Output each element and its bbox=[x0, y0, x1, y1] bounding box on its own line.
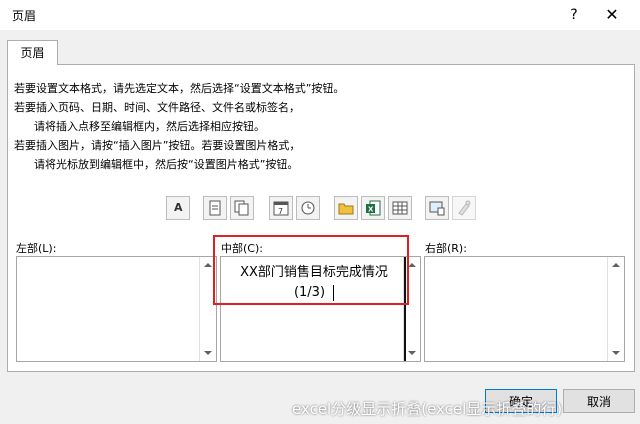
picture-icon bbox=[429, 201, 445, 216]
insert-page-count-button[interactable] bbox=[230, 196, 254, 220]
dialog-title: 页眉 bbox=[12, 9, 37, 23]
calendar-icon: 7 bbox=[273, 201, 289, 216]
right-scrollbar[interactable] bbox=[607, 257, 624, 361]
right-section-label: 右部(R): bbox=[425, 242, 467, 255]
title-bar: 页眉 ? ✕ bbox=[0, 0, 640, 30]
folder-icon bbox=[338, 203, 354, 215]
scroll-up-icon[interactable] bbox=[408, 263, 416, 267]
format-picture-button[interactable] bbox=[452, 196, 476, 220]
tab-header[interactable]: 页眉 bbox=[7, 40, 58, 65]
insert-sheet-name-button[interactable] bbox=[388, 196, 412, 220]
right-section-editor[interactable] bbox=[424, 256, 625, 362]
scroll-down-icon[interactable] bbox=[612, 351, 620, 355]
excel-file-icon: X bbox=[366, 200, 381, 216]
cancel-button[interactable]: 取消 bbox=[563, 389, 635, 413]
instruction-line-4: 若要插入图片，请按“插入图片”按钮。若要设置图片格式， bbox=[14, 139, 301, 152]
sheet-icon bbox=[392, 201, 408, 215]
insert-picture-button[interactable] bbox=[425, 196, 449, 220]
format-text-button[interactable]: A bbox=[166, 196, 190, 220]
format-text-icon: A bbox=[174, 201, 183, 214]
scroll-down-icon[interactable] bbox=[204, 351, 212, 355]
left-section-label: 左部(L): bbox=[16, 242, 57, 255]
clock-icon bbox=[301, 201, 315, 215]
svg-text:X: X bbox=[368, 206, 374, 214]
close-button[interactable]: ✕ bbox=[600, 4, 624, 26]
insert-file-path-button[interactable] bbox=[334, 196, 358, 220]
instruction-line-2: 若要插入页码、日期、时间、文件路径、文件名或标签名， bbox=[14, 101, 300, 114]
page-number-icon bbox=[209, 200, 221, 216]
help-button[interactable]: ? bbox=[562, 4, 586, 26]
scroll-down-icon[interactable] bbox=[408, 351, 416, 355]
left-section-editor[interactable] bbox=[16, 256, 217, 362]
scroll-up-icon[interactable] bbox=[612, 263, 620, 267]
highlight-box bbox=[213, 235, 409, 305]
insert-time-button[interactable] bbox=[296, 196, 320, 220]
instruction-line-1: 若要设置文本格式，请先选定文本，然后选择“设置文本格式”按钮。 bbox=[14, 82, 345, 95]
watermark-text: excel分级显示折叠(excel显示折叠的行) bbox=[292, 400, 563, 418]
format-picture-icon bbox=[458, 200, 471, 216]
instruction-line-5: 请将光标放到编辑框中，然后按“设置图片格式”按钮。 bbox=[34, 158, 299, 171]
svg-text:7: 7 bbox=[278, 207, 283, 216]
insert-date-button[interactable]: 7 bbox=[269, 196, 293, 220]
instruction-line-3: 请将插入点移至编辑框内，然后选择相应按钮。 bbox=[34, 120, 265, 133]
scroll-up-icon[interactable] bbox=[204, 263, 212, 267]
insert-file-name-button[interactable]: X bbox=[361, 196, 385, 220]
page-count-icon bbox=[234, 200, 249, 216]
insert-page-number-button[interactable] bbox=[203, 196, 227, 220]
